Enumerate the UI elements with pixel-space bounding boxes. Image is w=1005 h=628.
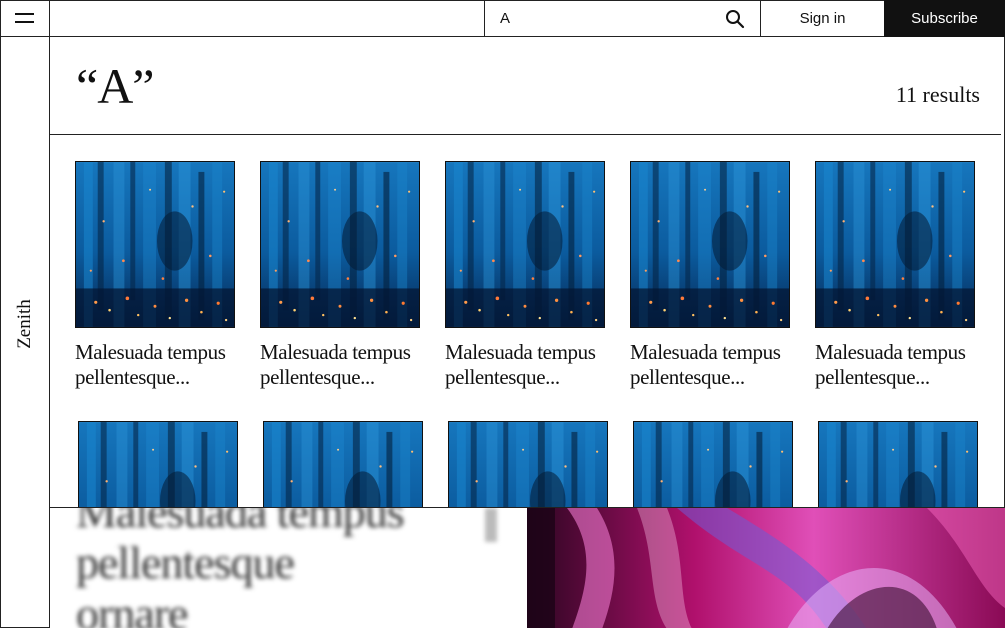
card-thumbnail	[445, 161, 605, 328]
menu-button[interactable]	[0, 0, 50, 37]
results-count: 11 results	[895, 82, 980, 107]
left-sidebar: Zenith	[0, 37, 50, 628]
card-title: Malesuada tempus pellentesque...	[815, 340, 966, 389]
card-thumbnail	[630, 161, 790, 328]
subscribe-button[interactable]: Subscribe	[884, 0, 1005, 37]
card-title: Malesuada tempus pellentesque...	[445, 340, 596, 389]
card-title: Malesuada tempus pellentesque...	[75, 340, 226, 389]
result-card[interactable]: Malesuada tempus pellentesque...	[75, 161, 235, 390]
featured-image	[527, 508, 1005, 628]
card-thumbnail	[75, 161, 235, 328]
featured-tag	[485, 508, 497, 542]
search-box	[484, 0, 761, 37]
brand-logo[interactable]: Zenith	[14, 299, 36, 349]
search-query-title: “A”	[76, 58, 154, 114]
result-card[interactable]: Malesuada tempus pellentesque...	[630, 161, 790, 390]
top-bar: Sign in Subscribe	[0, 0, 1005, 37]
search-input[interactable]	[485, 0, 715, 36]
featured-overlay[interactable]: Malesuada tempus pellentesque ornare	[50, 507, 1005, 628]
search-icon[interactable]	[725, 9, 745, 29]
hamburger-icon	[15, 21, 34, 23]
card-title: Malesuada tempus pellentesque...	[260, 340, 411, 389]
card-thumbnail	[260, 161, 420, 328]
result-card[interactable]: Malesuada tempus pellentesque...	[260, 161, 420, 390]
card-thumbnail	[815, 161, 975, 328]
featured-title: Malesuada tempus pellentesque ornare	[76, 507, 405, 628]
result-card[interactable]: Malesuada tempus pellentesque...	[815, 161, 975, 390]
result-card[interactable]: Malesuada tempus pellentesque...	[445, 161, 605, 390]
sign-in-button[interactable]: Sign in	[761, 0, 884, 37]
hamburger-icon	[15, 13, 34, 15]
card-title: Malesuada tempus pellentesque...	[630, 340, 781, 389]
header-divider	[50, 134, 1001, 135]
